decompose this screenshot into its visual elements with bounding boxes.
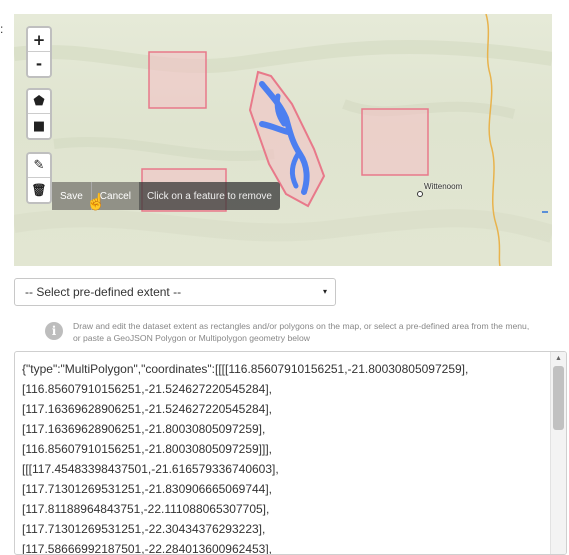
draw-toolbar: ⬟ ■ [26,88,52,140]
geojson-line: [117.71301269531251,-22.30434376293223], [22,522,266,536]
select-value: -- Select pre-defined extent -- [25,285,182,299]
geojson-textarea[interactable]: {"type":"MultiPolygon","coordinates":[[[… [14,351,567,555]
geojson-line: [[[117.45483398437501,-21.61657933674060… [22,462,279,476]
scroll-up-icon[interactable]: ▲ [555,355,562,362]
extent-rectangle [361,108,429,176]
geojson-line: [117.81188964843751,-22.111088065307705]… [22,502,270,516]
edit-toolbar: ✎ 🗑 [26,152,52,204]
place-marker [417,191,423,197]
square-icon: ■ [32,118,46,134]
geojson-content: {"type":"MultiPolygon","coordinates":[[[… [22,359,548,555]
geojson-line: [116.85607910156251,-21.524627220545284]… [22,382,273,396]
edit-layers-button[interactable]: ✎ [28,154,50,178]
remove-tooltip: Click on a feature to remove [138,182,280,210]
zoom-in-button[interactable]: + [28,28,50,52]
map-tiles [14,14,552,266]
zoom-out-button[interactable]: - [28,52,50,76]
delete-layers-button[interactable]: 🗑 [28,178,50,202]
zoom-control: + - [26,26,52,78]
geojson-line: [117.16369628906251,-21.80030805097259], [22,422,266,436]
geojson-line: [117.16369628906251,-21.524627220545284]… [22,402,273,416]
save-button[interactable]: Save [52,182,91,210]
place-label: Wittenoom [424,182,463,191]
extent-map[interactable]: + - ⬟ ■ ✎ 🗑 Save Cancel Click on a featu… [14,14,552,266]
geojson-line: {"type":"MultiPolygon","coordinates":[[[… [22,362,469,376]
geojson-line: [117.58666992187501,-22.284013600962453]… [22,542,273,555]
pentagon-icon: ⬟ [33,94,45,109]
extent-rectangle [148,51,207,109]
chevron-down-icon: ▾ [322,287,327,296]
help-text: Draw and edit the dataset extent as rect… [73,321,530,343]
textarea-scrollbar[interactable]: ▲ [550,352,566,554]
scrollbar-thumb[interactable] [553,366,564,430]
draw-polygon-button[interactable]: ⬟ [28,90,50,114]
draw-rectangle-button[interactable]: ■ [28,114,50,138]
trash-icon: 🗑 [31,183,47,197]
field-label: : [0,22,4,36]
geojson-line: [117.71301269531251,-21.8309066650697​44… [22,482,273,496]
dataset-extent-editor: : + - ⬟ ■ ✎ 🗑 Save Cancel Click on a fea… [0,0,569,555]
info-icon: i [45,322,63,340]
geojson-line: [116.85607910156251,-21.80030805097259]]… [22,442,273,456]
pointer-cursor-icon: ☝ [86,194,106,211]
edit-icon: ✎ [33,158,45,173]
predefined-extent-select[interactable]: -- Select pre-defined extent -- ▾ [14,278,336,306]
